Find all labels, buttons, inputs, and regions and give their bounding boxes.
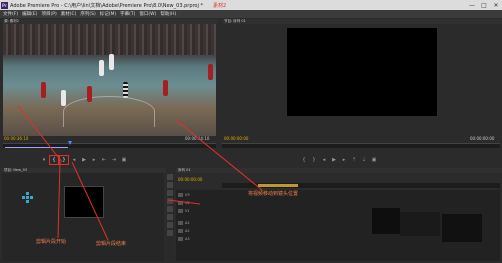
ripple-edit-tool-icon[interactable] bbox=[167, 190, 173, 196]
mark-out-button[interactable]: } bbox=[59, 155, 69, 165]
source-transport-controls: ▾ { } ◂ ▶ ▸ ⇤ ⇥ ▣ bbox=[40, 155, 130, 165]
step-forward-icon[interactable]: ▸ bbox=[340, 156, 348, 164]
obscured-region bbox=[372, 208, 400, 234]
premiere-app-icon: Pr bbox=[1, 1, 8, 9]
track-header[interactable]: V2 bbox=[176, 200, 224, 206]
play-icon[interactable]: ▶ bbox=[330, 156, 338, 164]
lift-icon[interactable]: ⇡ bbox=[350, 156, 358, 164]
play-icon[interactable]: ▶ bbox=[80, 156, 88, 164]
overwrite-icon[interactable]: ⇥ bbox=[110, 156, 118, 164]
bin-icon[interactable] bbox=[22, 192, 36, 206]
menu-clip[interactable]: 素材(C) bbox=[61, 11, 77, 17]
menu-bar: 文件(F) 编辑(E) 项目(P) 素材(C) 序列(S) 标记(M) 字幕(T… bbox=[0, 10, 502, 18]
obscured-region bbox=[400, 212, 440, 236]
menu-sequence[interactable]: 序列(S) bbox=[80, 11, 95, 17]
annotation-in-point: 剪辑片段开始 bbox=[36, 239, 67, 245]
menu-edit[interactable]: 编辑(E) bbox=[22, 11, 37, 17]
hand-tool-icon[interactable] bbox=[167, 222, 173, 228]
annotation-drag-clip: 将视频移动到镜头位置 bbox=[248, 191, 299, 197]
program-monitor-tab[interactable]: 节目: 序列 01 bbox=[222, 19, 502, 24]
track-header[interactable]: V1 bbox=[176, 208, 224, 214]
mark-in-icon[interactable]: { bbox=[300, 156, 308, 164]
slip-tool-icon[interactable] bbox=[167, 206, 173, 212]
pen-tool-icon[interactable] bbox=[167, 214, 173, 220]
timeline-timecode: 00:00:00:00 bbox=[178, 177, 203, 182]
source-monitor-video bbox=[3, 24, 216, 136]
player-figure bbox=[99, 60, 104, 76]
track-select-tool-icon[interactable] bbox=[167, 182, 173, 188]
program-timecode-out: 00:00:00:00 bbox=[470, 136, 495, 141]
selection-tool-icon[interactable] bbox=[167, 174, 173, 180]
track-header[interactable]: V3 bbox=[176, 192, 224, 198]
menu-window[interactable]: 窗口(W) bbox=[139, 11, 156, 17]
source-timecode-out: 00:00:14:10 bbox=[185, 136, 210, 141]
step-forward-icon[interactable]: ▸ bbox=[90, 156, 98, 164]
mark-in-icon[interactable]: ▾ bbox=[40, 156, 48, 164]
window-controls: — □ ✕ bbox=[466, 2, 502, 9]
export-frame-icon[interactable]: ▣ bbox=[120, 156, 128, 164]
mark-out-icon[interactable]: } bbox=[310, 156, 318, 164]
tools-panel bbox=[166, 172, 174, 260]
extract-icon[interactable]: ⇣ bbox=[360, 156, 368, 164]
menu-file[interactable]: 文件(F) bbox=[3, 11, 18, 17]
track-header[interactable]: A1 bbox=[176, 220, 224, 226]
player-figure bbox=[87, 86, 92, 102]
step-back-icon[interactable]: ◂ bbox=[70, 156, 78, 164]
player-figure bbox=[61, 90, 66, 106]
window-title: Adobe Premiere Pro - C:\用户\lin\文档\Adobe\… bbox=[10, 2, 203, 9]
program-time-ruler[interactable] bbox=[222, 143, 500, 148]
program-timecode-in: 00:00:00:00 bbox=[224, 136, 249, 141]
player-figure bbox=[163, 80, 168, 96]
obscured-region bbox=[442, 214, 482, 242]
program-monitor-video bbox=[287, 28, 437, 116]
court-lane bbox=[63, 96, 155, 127]
insert-icon[interactable]: ⇤ bbox=[100, 156, 108, 164]
clip-thumbnail[interactable] bbox=[64, 186, 104, 218]
razor-tool-icon[interactable] bbox=[167, 198, 173, 204]
player-figure bbox=[41, 82, 46, 98]
timeline-tab[interactable]: 序列 01 bbox=[176, 168, 502, 173]
title-bar: Pr Adobe Premiere Pro - C:\用户\lin\文档\Ado… bbox=[0, 0, 502, 10]
source-timecode-in: 00:00:36:10 bbox=[4, 136, 29, 141]
title-annotation: 素材2 bbox=[212, 2, 227, 9]
program-transport-controls: { } ◂ ▶ ▸ ⇡ ⇣ ▣ bbox=[300, 156, 380, 164]
timeline-work-area[interactable] bbox=[258, 184, 298, 187]
close-button[interactable]: ✕ bbox=[490, 2, 502, 9]
track-header[interactable]: A3 bbox=[176, 236, 224, 242]
track-header[interactable]: A2 bbox=[176, 228, 224, 234]
crowd-background bbox=[3, 24, 216, 56]
menu-title[interactable]: 字幕(T) bbox=[120, 11, 135, 17]
step-back-icon[interactable]: ◂ bbox=[320, 156, 328, 164]
zoom-tool-icon[interactable] bbox=[167, 230, 173, 236]
player-figure bbox=[208, 64, 213, 80]
export-frame-icon[interactable]: ▣ bbox=[370, 156, 378, 164]
maximize-button[interactable]: □ bbox=[478, 2, 490, 9]
mark-in-button[interactable]: { bbox=[49, 155, 59, 165]
menu-help[interactable]: 帮助(H) bbox=[160, 11, 176, 17]
player-figure bbox=[109, 54, 114, 70]
annotation-out-point: 剪辑片段结束 bbox=[96, 241, 127, 247]
menu-marker[interactable]: 标记(M) bbox=[100, 11, 116, 17]
referee-figure bbox=[123, 82, 128, 98]
minimize-button[interactable]: — bbox=[466, 2, 478, 9]
source-in-out-range bbox=[5, 147, 68, 148]
menu-project[interactable]: 项目(P) bbox=[41, 11, 56, 17]
